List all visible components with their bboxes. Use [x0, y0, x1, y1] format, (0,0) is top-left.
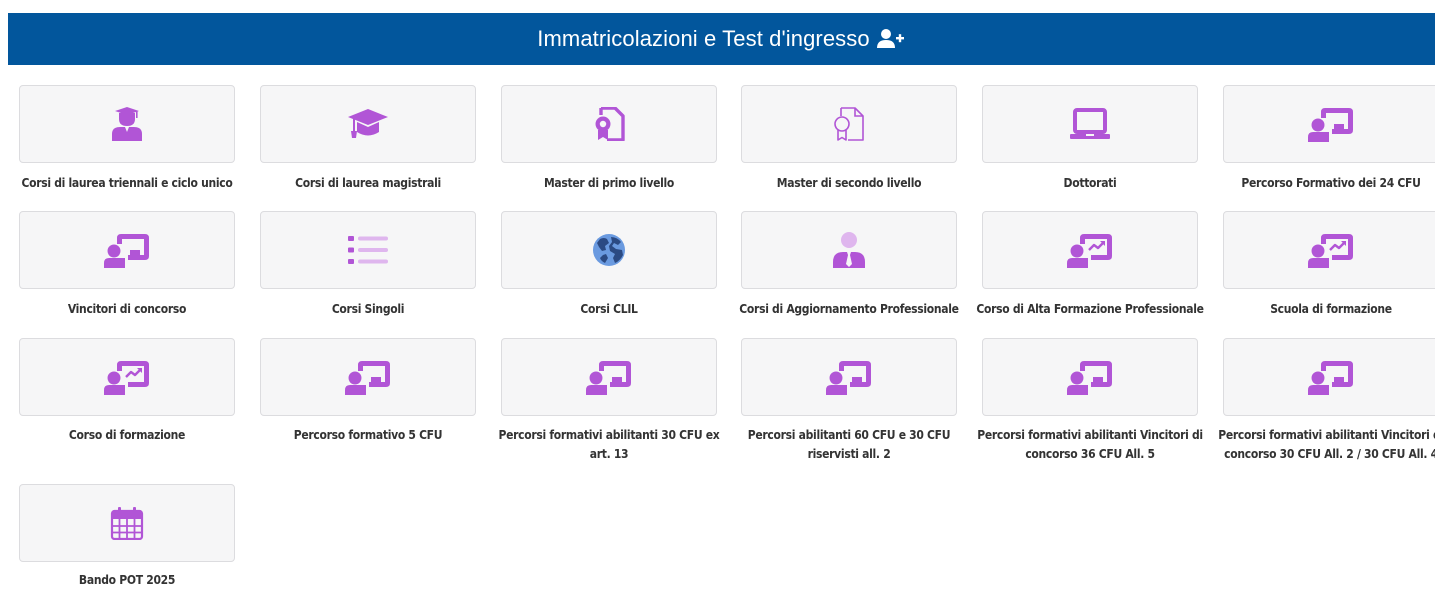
tile-button[interactable]	[1223, 211, 1435, 289]
tile-button[interactable]	[982, 338, 1198, 416]
tile-button[interactable]	[1223, 85, 1435, 163]
tile-button[interactable]	[260, 211, 476, 289]
tile-label[interactable]: Percorsi formativi abilitanti 30 CFU ex …	[494, 426, 724, 464]
tile-button[interactable]	[501, 338, 717, 416]
tile-label[interactable]: Percorso Formativo dei 24 CFU	[1216, 174, 1435, 193]
tile-label[interactable]: Scuola di formazione	[1216, 300, 1435, 319]
tile-button[interactable]	[741, 85, 957, 163]
tile-label[interactable]: Corsi di Aggiornamento Professionale	[734, 300, 964, 319]
tile-button[interactable]	[1223, 338, 1435, 416]
graduate-student-icon	[109, 107, 145, 141]
tile-button[interactable]	[501, 85, 717, 163]
tile-button[interactable]	[19, 211, 235, 289]
laptop-icon	[1069, 108, 1111, 140]
presentation-chart-icon	[1067, 232, 1113, 268]
tile-button[interactable]	[260, 85, 476, 163]
page-title: Immatricolazioni e Test d'ingresso	[537, 26, 870, 51]
chalkboard-teacher-icon	[104, 232, 150, 268]
tile-label[interactable]: Percorsi abilitanti 60 CFU e 30 CFU rise…	[734, 426, 964, 464]
tile-label[interactable]: Bando POT 2025	[12, 571, 242, 590]
chalkboard-teacher-icon	[1308, 359, 1354, 395]
tile-button[interactable]	[501, 211, 717, 289]
tile-label[interactable]: Percorsi formativi abilitanti Vincitori …	[975, 426, 1205, 464]
chalkboard-teacher-icon	[345, 359, 391, 395]
graduation-cap-icon	[348, 108, 388, 140]
tile-label[interactable]: Percorso formativo 5 CFU	[253, 426, 483, 445]
tile-label[interactable]: Corso di formazione	[12, 426, 242, 445]
tile-button[interactable]	[19, 338, 235, 416]
tile-button[interactable]	[260, 338, 476, 416]
calendar-icon	[110, 506, 144, 540]
tile-label[interactable]: Corso di Alta Formazione Professionale	[975, 300, 1205, 319]
globe-icon	[592, 233, 626, 267]
chalkboard-teacher-icon	[586, 359, 632, 395]
tile-button[interactable]	[982, 211, 1198, 289]
presentation-chart-icon	[104, 359, 150, 395]
tile-label[interactable]: Master di primo livello	[494, 174, 724, 193]
tile-button[interactable]	[982, 85, 1198, 163]
tile-label[interactable]: Corsi di laurea triennali e ciclo unico	[12, 174, 242, 193]
chalkboard-teacher-icon	[1067, 359, 1113, 395]
certificate-file-icon	[593, 107, 625, 141]
page-header: Immatricolazioni e Test d'ingresso	[8, 13, 1435, 65]
tile-label[interactable]: Vincitori di concorso	[12, 300, 242, 319]
tile-label[interactable]: Corsi di laurea magistrali	[253, 174, 483, 193]
tile-button[interactable]	[19, 85, 235, 163]
tile-button[interactable]	[19, 484, 235, 562]
tile-label[interactable]: Dottorati	[975, 174, 1205, 193]
tile-button[interactable]	[741, 338, 957, 416]
chalkboard-teacher-icon	[1308, 106, 1354, 142]
user-plus-icon	[876, 28, 906, 50]
tile-label[interactable]: Percorsi formativi abilitanti Vincitori …	[1216, 426, 1435, 464]
tile-label[interactable]: Corsi Singoli	[253, 300, 483, 319]
list-icon	[348, 234, 388, 266]
tile-label[interactable]: Corsi CLIL	[494, 300, 724, 319]
tile-label[interactable]: Master di secondo livello	[734, 174, 964, 193]
user-tie-icon	[831, 232, 867, 268]
chalkboard-teacher-icon	[826, 359, 872, 395]
tile-button[interactable]	[741, 211, 957, 289]
presentation-chart-icon	[1308, 232, 1354, 268]
certificate-file-outline-icon	[833, 107, 865, 141]
